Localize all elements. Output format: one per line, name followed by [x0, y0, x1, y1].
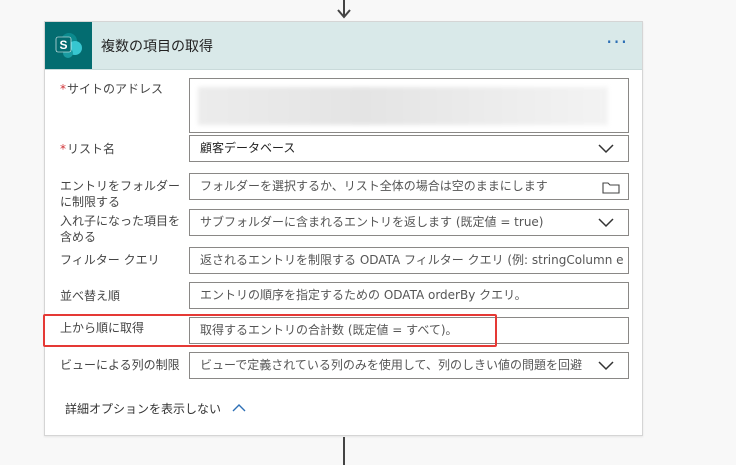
order-by-input[interactable]: エントリの順序を指定するための ODATA orderBy クエリ。	[189, 282, 629, 309]
sharepoint-icon: S	[45, 22, 92, 69]
limit-columns-dropdown[interactable]: ビューで定義されている列のみを使用して、列のしきい値の問題を回避	[189, 352, 629, 379]
limit-folder-label-line1: エントリをフォルダー	[60, 179, 181, 193]
chevron-down-icon[interactable]	[598, 218, 614, 228]
nested-items-label: 入れ子になった項目を 含める	[60, 213, 180, 245]
list-name-label: *リスト名	[60, 141, 115, 157]
list-name-value: 顧客データベース	[200, 141, 296, 155]
filter-query-label: フィルター クエリ	[60, 253, 160, 267]
card-header[interactable]: S 複数の項目の取得 ···	[45, 22, 642, 70]
filter-query-input[interactable]: 返されるエントリを制限する ODATA フィルター クエリ (例: string…	[189, 247, 629, 274]
action-card: S 複数の項目の取得 ··· *サイトのアドレス *リスト名 顧客データベース …	[44, 21, 643, 436]
nested-items-label-line1: 入れ子になった項目を	[60, 214, 181, 228]
site-address-input[interactable]	[189, 78, 629, 133]
limit-folder-label-line2: に制限する	[60, 195, 121, 209]
redacted-address	[198, 87, 608, 125]
order-by-placeholder: エントリの順序を指定するための ODATA orderBy クエリ。	[200, 288, 527, 302]
list-name-dropdown[interactable]: 顧客データベース	[189, 135, 629, 162]
list-name-label-text: リスト名	[67, 142, 116, 156]
limit-columns-label: ビューによる列の制限	[60, 358, 180, 372]
flow-connector-bottom	[343, 437, 345, 465]
hide-advanced-options-link[interactable]: 詳細オプションを表示しない	[65, 400, 221, 417]
card-title: 複数の項目の取得	[101, 39, 213, 55]
limit-folder-placeholder: フォルダーを選択するか、リスト全体の場合は空のままにします	[200, 179, 548, 193]
site-address-label-text: サイトのアドレス	[67, 82, 164, 96]
folder-icon[interactable]	[602, 181, 620, 194]
limit-folder-input[interactable]: フォルダーを選択するか、リスト全体の場合は空のままにします	[189, 173, 629, 200]
required-marker: *	[60, 142, 66, 156]
order-by-label: 並べ替え順	[60, 289, 121, 303]
nested-items-label-line2: 含める	[60, 230, 97, 244]
more-options-icon[interactable]: ···	[606, 32, 636, 54]
limit-columns-placeholder: ビューで定義されている列のみを使用して、列のしきい値の問題を回避	[200, 358, 582, 372]
chevron-down-icon[interactable]	[598, 361, 614, 371]
limit-folder-label: エントリをフォルダー に制限する	[60, 178, 180, 210]
chevron-down-icon[interactable]	[598, 144, 614, 154]
nested-items-dropdown[interactable]: サブフォルダーに含まれるエントリを返します (既定値 = true)	[189, 209, 629, 236]
chevron-up-icon[interactable]	[232, 404, 246, 412]
site-address-label: *サイトのアドレス	[60, 81, 163, 97]
required-marker: *	[60, 82, 66, 96]
nested-items-placeholder: サブフォルダーに含まれるエントリを返します (既定値 = true)	[200, 215, 544, 229]
filter-query-placeholder: 返されるエントリを制限する ODATA フィルター クエリ (例: string…	[200, 253, 624, 267]
svg-text:S: S	[59, 38, 67, 52]
arrow-down-icon	[337, 9, 351, 19]
highlight-box	[43, 314, 497, 347]
